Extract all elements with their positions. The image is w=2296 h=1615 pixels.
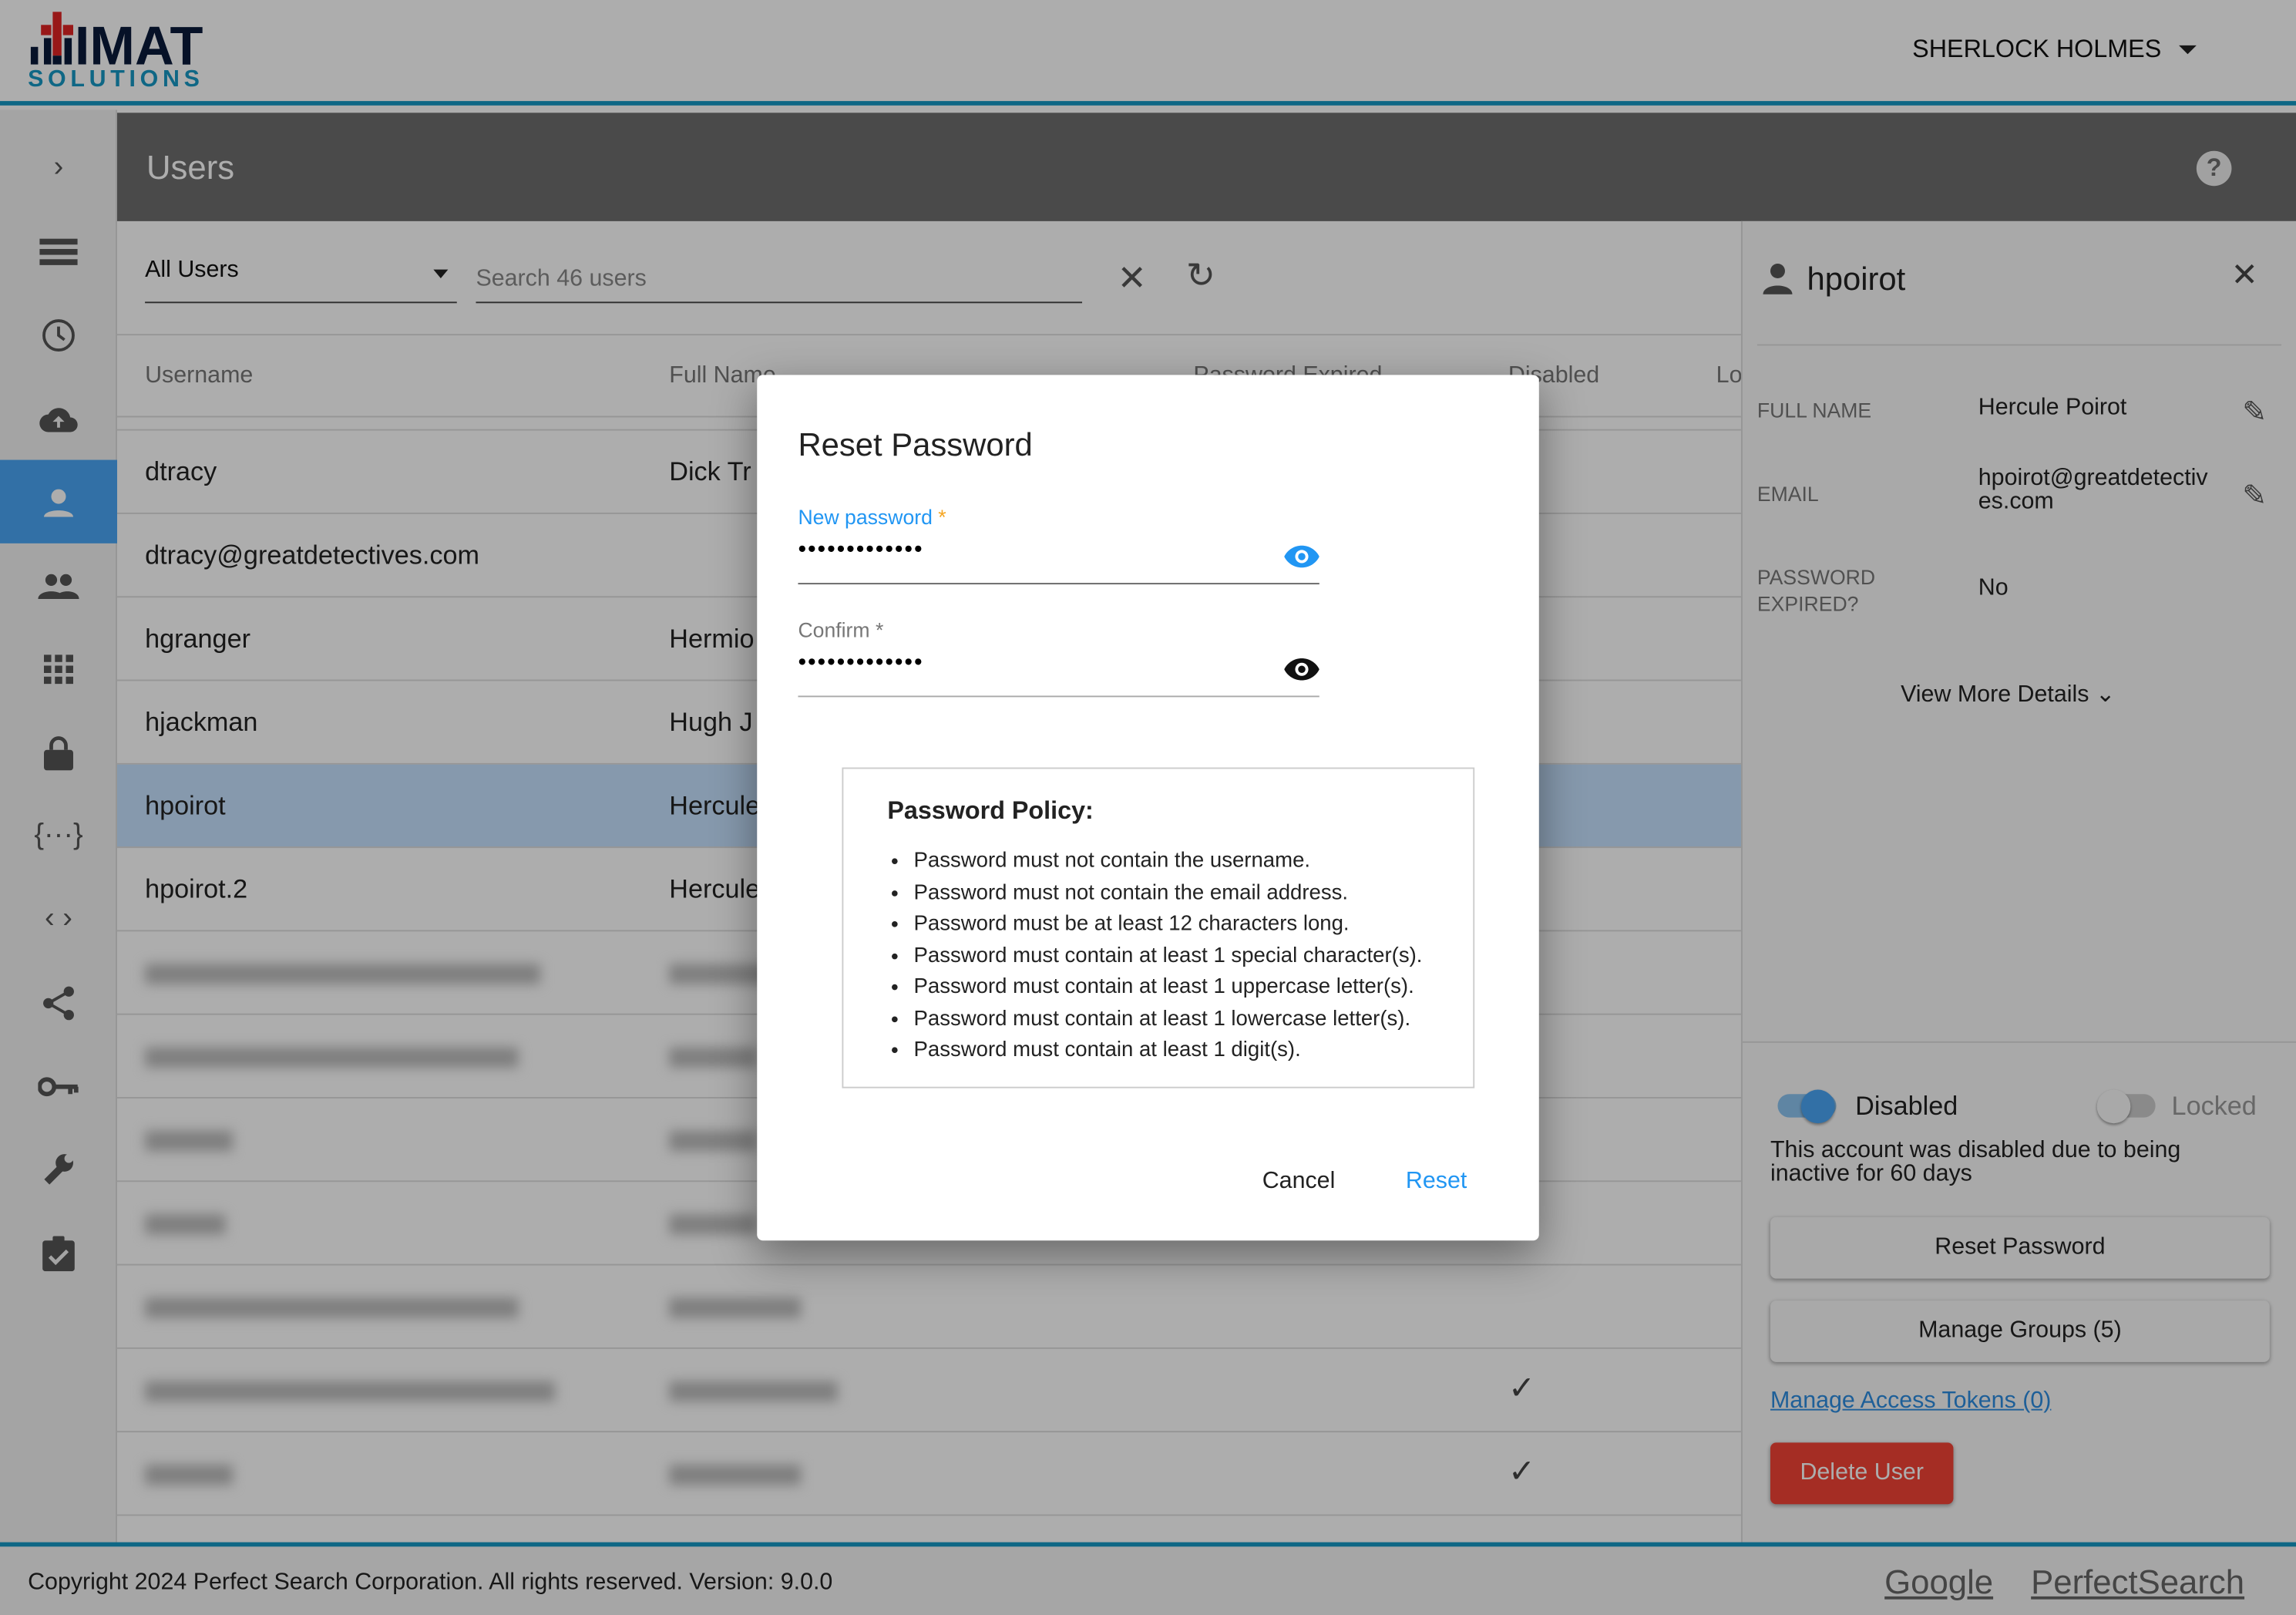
policy-item: Password must not contain the email addr… <box>914 878 1423 910</box>
new-password-field[interactable] <box>798 520 1319 585</box>
policy-item: Password must contain at least 1 digit(s… <box>914 1035 1423 1067</box>
policy-item: Password must contain at least 1 special… <box>914 941 1423 973</box>
confirm-password-field[interactable] <box>798 633 1319 698</box>
reset-password-dialog: Reset Password New password * Confirm * … <box>757 375 1539 1241</box>
policy-item: Password must contain at least 1 lowerca… <box>914 1004 1423 1035</box>
policy-title: Password Policy: <box>887 796 1094 825</box>
policy-item: Password must be at least 12 characters … <box>914 910 1423 941</box>
confirm-password-input[interactable] <box>798 650 1267 677</box>
dialog-title: Reset Password <box>798 426 1033 463</box>
eye-icon[interactable] <box>1284 545 1319 568</box>
cancel-button[interactable]: Cancel <box>1262 1169 1336 1195</box>
reset-button[interactable]: Reset <box>1406 1169 1467 1195</box>
new-password-input[interactable] <box>798 537 1267 564</box>
policy-item: Password must contain at least 1 upperca… <box>914 973 1423 1004</box>
password-policy-box: Password Policy: Password must not conta… <box>842 767 1475 1088</box>
policy-item: Password must not contain the username. <box>914 846 1423 878</box>
policy-list: Password must not contain the username. … <box>914 846 1423 1067</box>
app: IMAT SOLUTIONS SHERLOCK HOLMES › {···} ‹… <box>0 0 2296 1615</box>
eye-icon[interactable] <box>1284 658 1319 681</box>
